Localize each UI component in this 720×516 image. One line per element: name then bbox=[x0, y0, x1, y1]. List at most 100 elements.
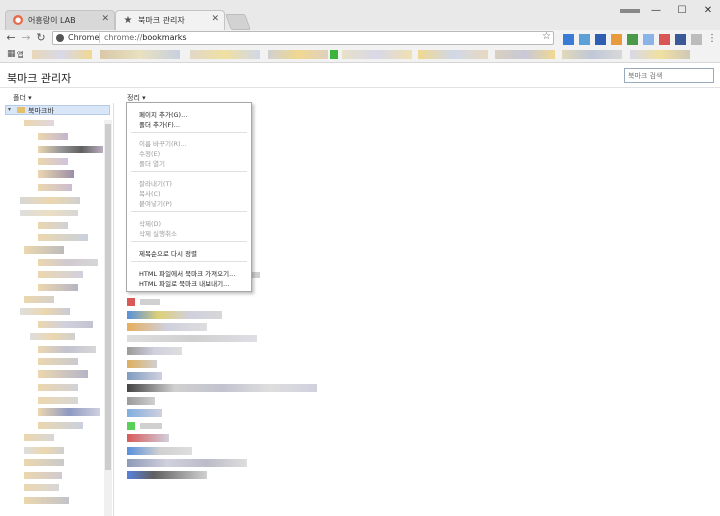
tree-item[interactable] bbox=[38, 321, 93, 328]
open-folder-menu-item[interactable]: 폴더 열기 bbox=[139, 158, 165, 168]
tree-item[interactable] bbox=[38, 222, 68, 229]
list-item[interactable] bbox=[140, 423, 162, 429]
minimize-button[interactable]: — bbox=[646, 4, 666, 18]
tab-bookmark-manager[interactable]: ★ 북마크 관리자 ✕ bbox=[115, 10, 225, 30]
cut-menu-item[interactable]: 잘라내기(T) bbox=[139, 178, 172, 188]
url-text[interactable]: chrome://bookmarks bbox=[104, 33, 187, 42]
tree-item[interactable] bbox=[24, 246, 64, 254]
list-item[interactable] bbox=[127, 360, 157, 368]
tree-item[interactable] bbox=[38, 271, 83, 278]
list-item[interactable] bbox=[127, 409, 162, 417]
tab-lab[interactable]: ● 어흥랑이 LAB ✕ bbox=[5, 10, 115, 30]
bookmark-item[interactable] bbox=[32, 50, 92, 59]
tree-item[interactable] bbox=[38, 284, 78, 291]
extension-icon[interactable] bbox=[627, 34, 638, 45]
bookmark-item[interactable] bbox=[330, 50, 338, 59]
tree-item[interactable] bbox=[38, 146, 103, 153]
list-item[interactable] bbox=[127, 372, 162, 380]
bookmark-item[interactable] bbox=[100, 50, 180, 59]
security-chip[interactable]: Chrome bbox=[56, 33, 99, 42]
tree-item[interactable] bbox=[38, 384, 78, 391]
list-item[interactable] bbox=[127, 384, 317, 392]
search-input[interactable] bbox=[624, 68, 714, 83]
reload-button[interactable]: ↻ bbox=[34, 31, 48, 45]
list-item[interactable] bbox=[127, 459, 247, 467]
tree-item[interactable] bbox=[20, 197, 80, 204]
rename-menu-item[interactable]: 이름 바꾸기(R)... bbox=[139, 138, 187, 148]
bookmark-item[interactable] bbox=[342, 50, 412, 59]
import-bookmarks-menu-item[interactable]: HTML 파일에서 북마크 가져오기... bbox=[139, 268, 235, 278]
tree-item[interactable] bbox=[24, 484, 59, 491]
tree-item[interactable] bbox=[38, 259, 98, 266]
edit-menu-item[interactable]: 수정(E) bbox=[139, 148, 160, 158]
list-item[interactable] bbox=[127, 335, 257, 342]
tree-item[interactable] bbox=[30, 333, 75, 340]
apps-icon[interactable]: ▦ bbox=[7, 49, 16, 59]
tree-item[interactable] bbox=[38, 133, 68, 140]
list-item[interactable] bbox=[127, 323, 207, 331]
bookmark-star-icon[interactable]: ☆ bbox=[542, 31, 551, 42]
bookmark-item[interactable] bbox=[495, 50, 555, 59]
tree-item[interactable] bbox=[38, 408, 100, 416]
tree-item[interactable] bbox=[38, 170, 74, 178]
close-icon[interactable]: ✕ bbox=[101, 14, 109, 24]
tree-item[interactable] bbox=[20, 308, 70, 315]
tree-item[interactable] bbox=[24, 472, 62, 479]
folders-menu-button[interactable]: 폴더 ▾ bbox=[13, 93, 32, 103]
apps-label[interactable]: 앱 bbox=[17, 50, 23, 60]
copy-menu-item[interactable]: 복사(C) bbox=[139, 188, 161, 198]
back-button[interactable]: ← bbox=[4, 31, 18, 45]
close-window-button[interactable]: ✕ bbox=[698, 4, 718, 18]
extension-icon[interactable] bbox=[563, 34, 574, 45]
tree-item[interactable] bbox=[24, 497, 69, 504]
tree-item[interactable] bbox=[24, 447, 64, 454]
delete-menu-item[interactable]: 삭제(D) bbox=[139, 218, 161, 228]
extension-icon[interactable] bbox=[659, 34, 670, 45]
bookmark-item[interactable] bbox=[268, 50, 328, 59]
list-item[interactable] bbox=[127, 471, 207, 479]
extension-icon[interactable] bbox=[675, 34, 686, 45]
expand-icon[interactable]: ▾ bbox=[8, 106, 11, 113]
paste-menu-item[interactable]: 붙여넣기(P) bbox=[139, 198, 172, 208]
list-item[interactable] bbox=[127, 347, 182, 355]
tree-item[interactable] bbox=[38, 184, 72, 191]
extension-icon[interactable] bbox=[643, 34, 654, 45]
undo-delete-menu-item[interactable]: 삭제 실행취소 bbox=[139, 228, 177, 238]
extension-icon[interactable] bbox=[691, 34, 702, 45]
extension-icon[interactable] bbox=[595, 34, 606, 45]
list-item[interactable] bbox=[252, 272, 260, 278]
close-icon[interactable]: ✕ bbox=[211, 14, 219, 24]
add-page-menu-item[interactable]: 페이지 추가(G)... bbox=[139, 109, 187, 119]
bookmark-item[interactable] bbox=[630, 50, 690, 59]
tree-item[interactable] bbox=[24, 296, 54, 303]
list-item[interactable] bbox=[127, 434, 169, 442]
tree-item[interactable] bbox=[38, 358, 78, 365]
bookmark-item[interactable] bbox=[190, 50, 260, 59]
tree-item[interactable] bbox=[38, 346, 96, 353]
scrollbar-thumb[interactable] bbox=[105, 124, 111, 470]
list-item[interactable] bbox=[140, 299, 160, 305]
forward-button[interactable]: → bbox=[19, 31, 33, 45]
tree-item[interactable] bbox=[24, 459, 64, 466]
tree-item[interactable] bbox=[24, 120, 54, 126]
maximize-button[interactable]: ☐ bbox=[672, 4, 692, 18]
menu-icon[interactable]: ⋮ bbox=[707, 33, 717, 44]
extension-icon[interactable] bbox=[579, 34, 590, 45]
tree-item[interactable] bbox=[38, 370, 88, 378]
add-folder-menu-item[interactable]: 폴더 추가(F)... bbox=[139, 119, 180, 129]
profile-chip[interactable] bbox=[620, 9, 640, 13]
tree-item[interactable] bbox=[20, 210, 78, 216]
list-item[interactable] bbox=[127, 397, 155, 405]
extension-icon[interactable] bbox=[611, 34, 622, 45]
tree-item[interactable] bbox=[38, 422, 83, 429]
list-item[interactable] bbox=[127, 447, 192, 455]
export-bookmarks-menu-item[interactable]: HTML 파일로 북마크 내보내기... bbox=[139, 278, 229, 288]
bookmark-item[interactable] bbox=[418, 50, 488, 59]
tree-item[interactable] bbox=[24, 434, 54, 441]
bookmark-item[interactable] bbox=[562, 50, 622, 59]
tree-item[interactable] bbox=[38, 397, 78, 404]
list-item[interactable] bbox=[127, 311, 222, 319]
sort-by-title-menu-item[interactable]: 제목순으로 다시 정렬 bbox=[139, 248, 197, 258]
tree-item[interactable] bbox=[38, 158, 68, 165]
tree-item[interactable] bbox=[38, 234, 88, 241]
